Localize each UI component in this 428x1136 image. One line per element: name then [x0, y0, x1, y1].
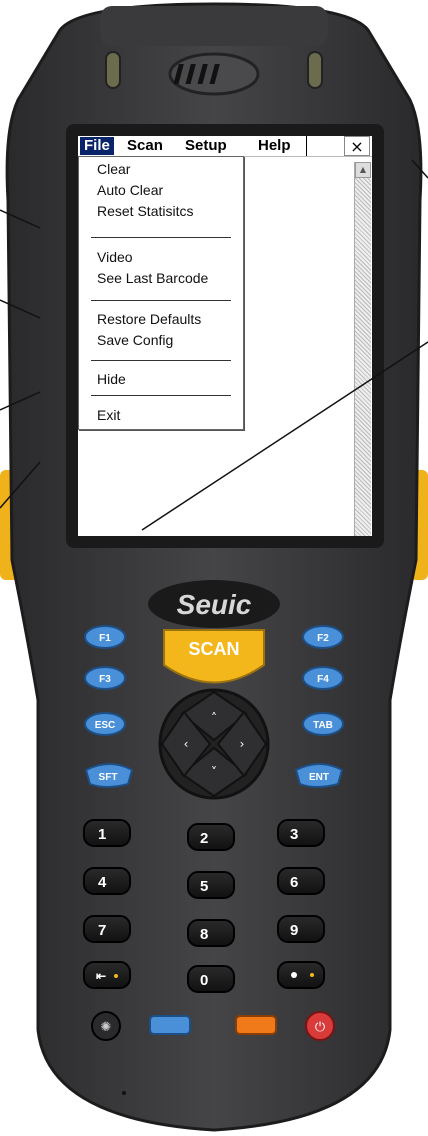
f2-key[interactable]: F2 — [302, 625, 344, 649]
svg-text:1: 1 — [98, 826, 106, 843]
chevron-up-icon: ˄ — [211, 711, 217, 725]
svg-text:ESC: ESC — [95, 720, 116, 731]
esc-key[interactable]: ESC — [84, 712, 126, 736]
scan-key[interactable]: SCAN — [163, 629, 265, 684]
svg-text:2: 2 — [200, 830, 208, 847]
key-6[interactable]: 6 — [277, 867, 325, 895]
key-2[interactable]: 2 — [187, 823, 235, 851]
key-0[interactable]: 0 — [187, 965, 235, 993]
f3-key[interactable]: F3 — [84, 666, 126, 690]
svg-text:5: 5 — [200, 878, 208, 895]
key-4[interactable]: 4 — [83, 867, 131, 895]
blue-function-key[interactable] — [149, 1015, 191, 1035]
chevron-left-icon: ‹ — [184, 737, 189, 751]
keypad: SCAN F1 F2 F3 F4 ESC TAB SFT ENT ˄ ˅ ‹ ›… — [83, 625, 344, 1041]
svg-text:9: 9 — [290, 922, 298, 939]
f1-key[interactable]: F1 — [84, 625, 126, 649]
light-key[interactable]: ✺ — [91, 1011, 121, 1041]
key-7[interactable]: 7 — [83, 915, 131, 943]
shift-key[interactable]: SFT — [84, 763, 134, 788]
svg-text:0: 0 — [200, 972, 208, 989]
enter-key[interactable]: ENT — [294, 763, 344, 788]
f4-key[interactable]: F4 — [302, 666, 344, 690]
svg-text:TAB: TAB — [313, 720, 333, 731]
svg-text:F3: F3 — [99, 674, 111, 685]
svg-text:F2: F2 — [317, 633, 329, 644]
key-1[interactable]: 1 — [83, 819, 131, 847]
power-icon: ⏻ — [315, 1020, 325, 1035]
orange-function-key[interactable] — [235, 1015, 277, 1035]
dot-key[interactable] — [277, 961, 325, 989]
svg-text:8: 8 — [200, 926, 208, 943]
key-5[interactable]: 5 — [187, 871, 235, 899]
chevron-right-icon: › — [240, 737, 245, 751]
key-9[interactable]: 9 — [277, 915, 325, 943]
svg-text:4: 4 — [98, 874, 107, 891]
svg-text:7: 7 — [98, 922, 106, 939]
svg-text:6: 6 — [290, 874, 298, 891]
svg-text:F4: F4 — [317, 674, 329, 685]
chevron-down-icon: ˅ — [211, 765, 217, 779]
dpad[interactable]: ˄ ˅ ‹ › — [158, 688, 270, 800]
key-3[interactable]: 3 — [277, 819, 325, 847]
svg-text:3: 3 — [290, 826, 298, 843]
bulb-icon: ✺ — [101, 1020, 112, 1035]
power-key[interactable]: ⏻ — [305, 1011, 335, 1041]
backspace-key[interactable]: ⇤ — [83, 961, 131, 989]
svg-text:F1: F1 — [99, 633, 111, 644]
svg-text:ENT: ENT — [309, 772, 329, 783]
tab-key[interactable]: TAB — [302, 712, 344, 736]
backspace-icon: ⇤ — [96, 969, 106, 983]
svg-text:SFT: SFT — [99, 772, 118, 783]
key-8[interactable]: 8 — [187, 919, 235, 947]
scan-key-label: SCAN — [188, 639, 239, 659]
